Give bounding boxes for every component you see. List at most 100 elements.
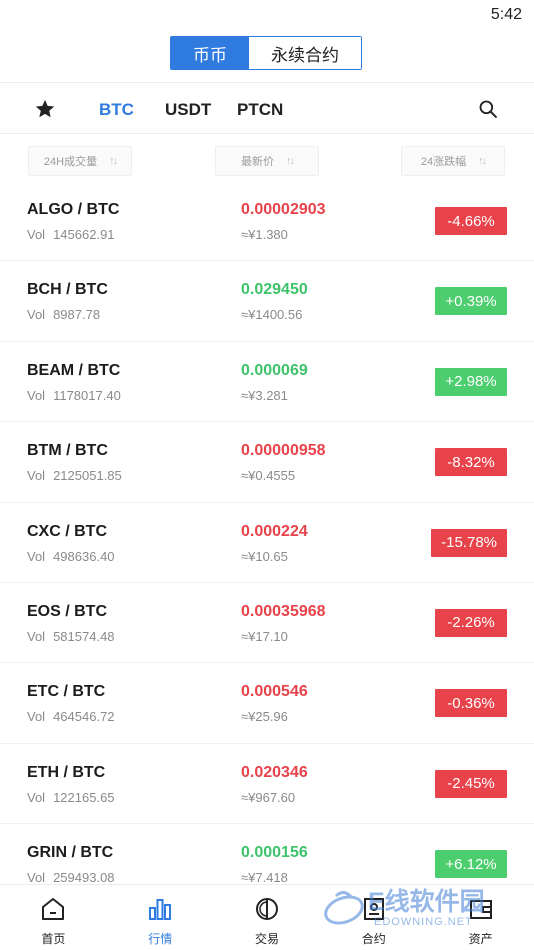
home-icon	[42, 898, 65, 920]
market-row[interactable]: ALGO / BTC Vol 145662.91 0.00002903 ≈¥1.380 -…	[0, 181, 534, 262]
volume-value: 145662.91	[53, 227, 115, 242]
last-price: 0.029450	[241, 281, 308, 299]
last-price: 0.00002903	[241, 201, 326, 218]
nav-assets[interactable]: 资产	[427, 885, 534, 950]
divider	[0, 82, 534, 83]
sort-arrows-icon: ↑↓	[109, 155, 118, 167]
spot-mode-button[interactable]: 币币	[171, 37, 249, 69]
pair-name: BCH / BTC	[27, 281, 108, 299]
volume-value: 259493.08	[53, 870, 115, 886]
sort-change-label: 24涨跌幅	[420, 156, 467, 168]
sort-arrows-icon: ↑↓	[286, 155, 295, 167]
cny-price: ≈¥967.60	[241, 789, 296, 805]
nav-contract-label: 合约	[361, 932, 386, 946]
search-icon[interactable]	[478, 99, 498, 119]
volume-value: 8987.78	[53, 307, 101, 323]
volume-label: Vol	[27, 628, 46, 644]
sort-price-label: 最新价	[241, 156, 274, 168]
last-price: 0.000069	[241, 361, 308, 379]
tab-usdt[interactable]: USDT	[165, 100, 211, 120]
volume: Vol 145662.91	[27, 227, 115, 242]
change-badge: -4.66%	[435, 207, 507, 235]
cny-price: ≈¥1400.56	[241, 307, 303, 323]
nav-home[interactable]: 首页	[0, 885, 107, 950]
cny-price: ≈¥17.10	[241, 628, 288, 644]
volume-label: Vol	[27, 387, 46, 403]
sort-arrows-icon: ↑↓	[478, 155, 487, 167]
wallet-icon	[469, 900, 492, 919]
star-icon[interactable]	[34, 98, 56, 120]
change-badge: -2.45%	[435, 769, 507, 798]
pair-name: ETH / BTC	[27, 763, 106, 781]
volume: Vol 122165.65	[27, 790, 115, 805]
cny-price: ≈¥0.4555	[241, 468, 296, 484]
market-row[interactable]: ETC / BTC Vol 464546.72 0.000546 ≈¥25.96 -0.3…	[0, 663, 534, 744]
volume: Vol 259493.08	[27, 870, 115, 885]
last-price: 0.000156	[241, 844, 308, 862]
market-row[interactable]: BCH / BTC Vol 8987.78 0.029450 ≈¥1400.56 +0.3…	[0, 261, 534, 342]
status-bar: 5:42	[0, 0, 534, 30]
volume-label: Vol	[27, 789, 46, 805]
volume-value: 2125051.85	[53, 468, 122, 484]
pair-name: CXC / BTC	[27, 522, 107, 540]
last-price: 0.020346	[241, 763, 308, 781]
market-tabs: BTC USDT PTCN	[0, 86, 534, 134]
market-list: ALGO / BTC Vol 145662.91 0.00002903 ≈¥1.380 -…	[0, 181, 534, 905]
change-badge: +0.39%	[435, 287, 507, 316]
change-badge: +2.98%	[435, 367, 507, 396]
nav-trade[interactable]: 交易	[214, 885, 321, 950]
volume: Vol 8987.78	[27, 307, 100, 322]
pair-name: EOS / BTC	[27, 602, 108, 620]
sort-price-button[interactable]: 最新价 ↑↓	[215, 146, 319, 176]
nav-contract[interactable]: 合约	[320, 885, 427, 950]
nav-market[interactable]: 行情	[107, 885, 214, 950]
volume: Vol 581574.48	[27, 629, 115, 644]
sort-change-button[interactable]: 24涨跌幅 ↑↓	[401, 146, 505, 176]
cny-price: ≈¥25.96	[241, 709, 288, 725]
market-chart-icon	[149, 899, 172, 920]
change-badge: -8.32%	[435, 448, 507, 477]
tab-ptcn[interactable]: PTCN	[237, 100, 283, 120]
change-badge: -2.26%	[435, 608, 507, 637]
volume-label: Vol	[27, 709, 46, 725]
volume: Vol 498636.40	[27, 549, 115, 564]
sort-row: 24H成交量 ↑↓ 最新价 ↑↓ 24涨跌幅 ↑↓	[0, 146, 534, 178]
sort-volume-label: 24H成交量	[43, 156, 98, 168]
market-row[interactable]: ETH / BTC Vol 122165.65 0.020346 ≈¥967.60 -2.…	[0, 744, 534, 825]
volume-label: Vol	[27, 307, 46, 323]
volume-value: 581574.48	[53, 628, 115, 644]
trade-icon	[255, 898, 278, 920]
last-price: 0.000546	[241, 683, 308, 701]
pair-name: ALGO / BTC	[27, 201, 120, 218]
volume: Vol 1178017.40	[27, 388, 121, 403]
pair-name: ETC / BTC	[27, 683, 106, 701]
mode-toggle: 币币 永续合约	[170, 36, 362, 70]
last-price: 0.00000958	[241, 442, 326, 460]
market-row[interactable]: CXC / BTC Vol 498636.40 0.000224 ≈¥10.65 -15.…	[0, 503, 534, 583]
sort-volume-button[interactable]: 24H成交量 ↑↓	[28, 146, 132, 176]
change-badge: -15.78%	[431, 528, 507, 557]
status-time: 5:42	[490, 6, 522, 23]
pair-name: BEAM / BTC	[27, 361, 121, 379]
market-row[interactable]: EOS / BTC Vol 581574.48 0.00035968 ≈¥17.10 -2…	[0, 583, 534, 664]
last-price: 0.000224	[241, 522, 308, 540]
nav-assets-label: 资产	[468, 932, 493, 946]
market-row[interactable]: BTM / BTC Vol 2125051.85 0.00000958 ≈¥0.4555…	[0, 422, 534, 503]
last-price: 0.00035968	[241, 602, 326, 620]
cny-price: ≈¥1.380	[241, 227, 288, 242]
volume-label: Vol	[27, 870, 46, 886]
tab-btc[interactable]: BTC	[99, 100, 134, 120]
volume-value: 464546.72	[53, 709, 115, 725]
cny-price: ≈¥7.418	[241, 870, 288, 886]
nav-market-label: 行情	[148, 932, 173, 946]
market-row[interactable]: BEAM / BTC Vol 1178017.40 0.000069 ≈¥3.281 +2…	[0, 342, 534, 423]
perpetual-contract-button[interactable]: 永续合约	[249, 37, 361, 69]
nav-trade-label: 交易	[254, 932, 279, 946]
cny-price: ≈¥10.65	[241, 548, 288, 564]
bottom-nav: 首页 行情 交易 合约 资产	[0, 884, 534, 950]
pair-name: BTM / BTC	[27, 442, 108, 460]
volume-value: 498636.40	[53, 548, 115, 564]
volume-label: Vol	[27, 468, 46, 484]
volume: Vol 464546.72	[27, 709, 115, 724]
volume-value: 122165.65	[53, 789, 115, 805]
